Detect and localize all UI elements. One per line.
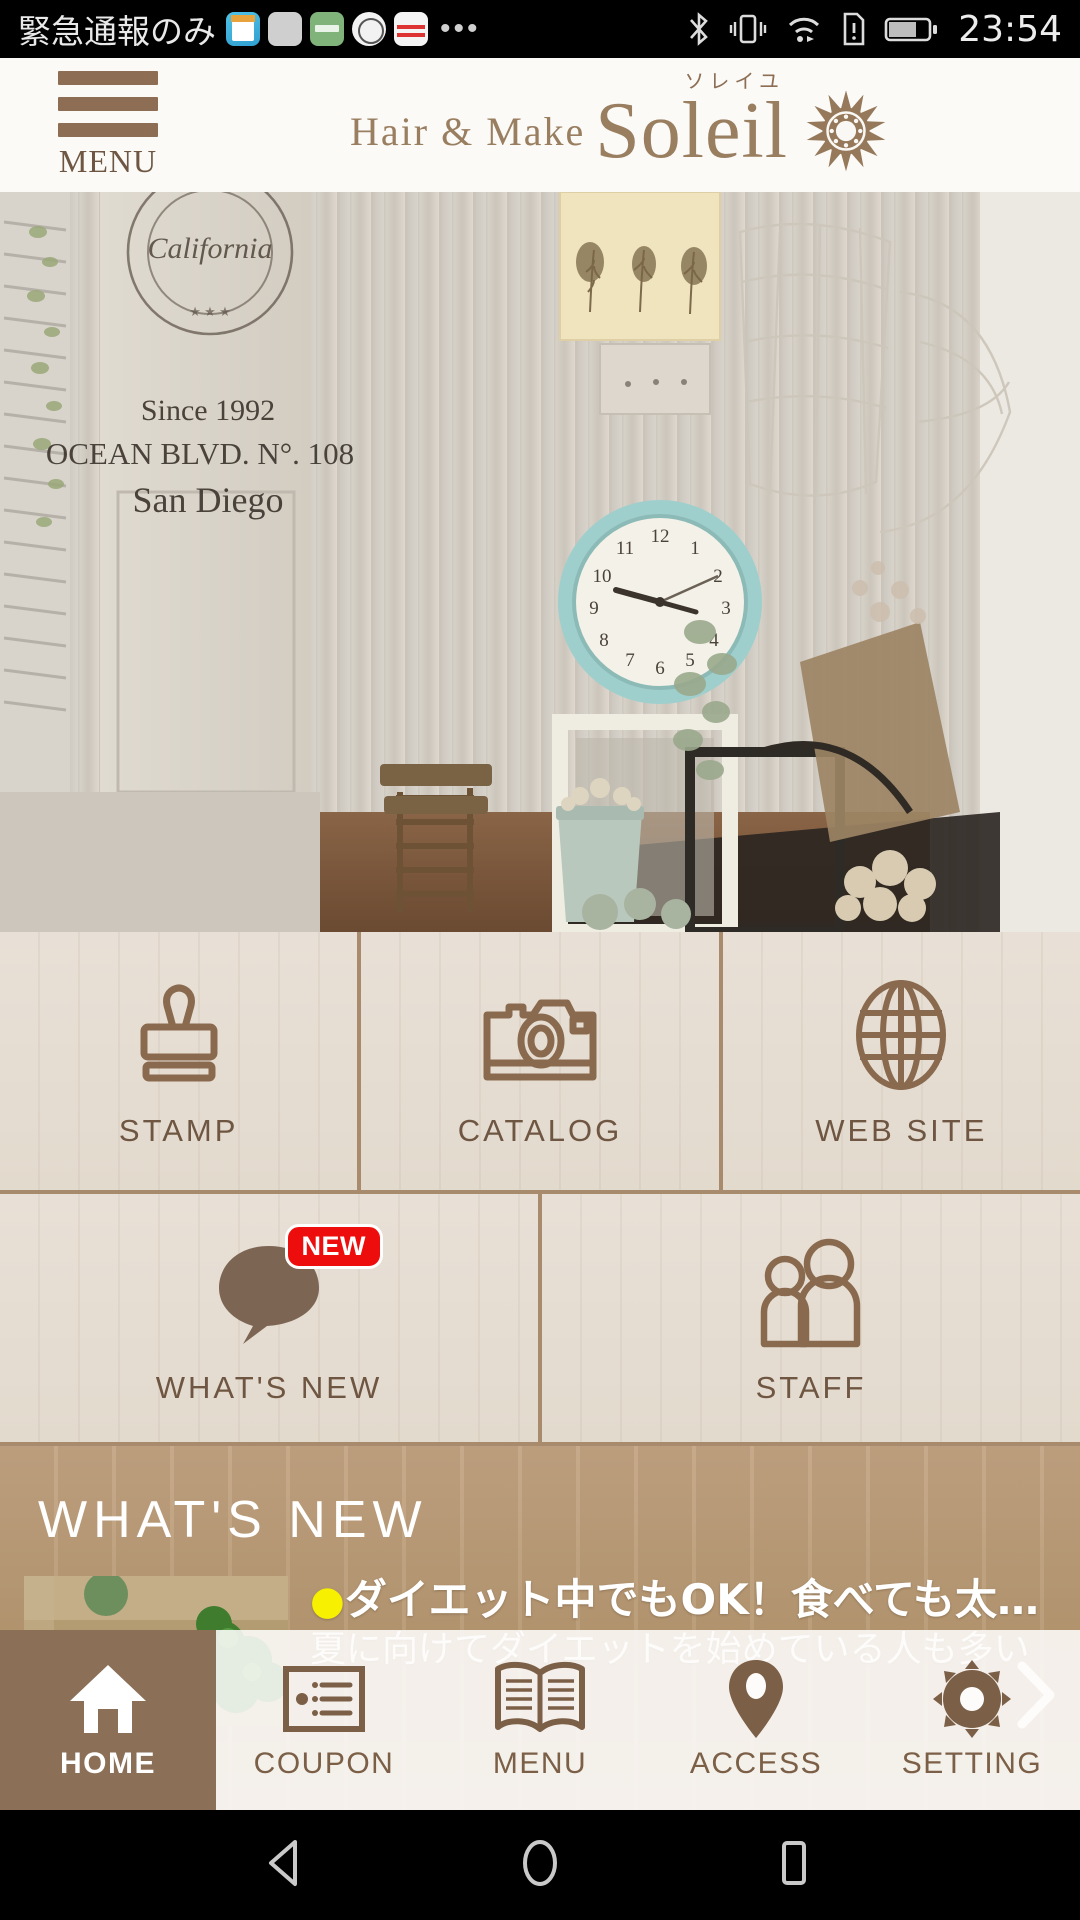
feature-tile-grid: STAMP CATALOG WEB SITE NEW WHAT'S NEW ST… bbox=[0, 932, 1080, 1446]
wifi-icon bbox=[789, 17, 820, 42]
tab-setting-label: SETTING bbox=[901, 1747, 1043, 1780]
back-triangle-icon[interactable] bbox=[259, 1836, 313, 1895]
svg-text:7: 7 bbox=[625, 650, 635, 671]
svg-text:San Diego: San Diego bbox=[133, 480, 284, 520]
svg-text:5: 5 bbox=[685, 650, 695, 671]
recents-square-icon[interactable] bbox=[767, 1836, 821, 1895]
svg-text:12: 12 bbox=[651, 526, 670, 547]
globe-icon bbox=[847, 973, 955, 1091]
bagzy-app-icon bbox=[394, 12, 428, 46]
svg-text:OCEAN BLVD. N°. 108: OCEAN BLVD. N°. 108 bbox=[46, 436, 354, 471]
salon-interior-photo: California ★ ★ ★ Since 1992 OCEAN BLVD. … bbox=[0, 192, 1080, 932]
sun-emblem-icon bbox=[806, 90, 886, 172]
hamburger-menu-label: MENU bbox=[58, 142, 158, 179]
tab-coupon[interactable]: COUPON bbox=[216, 1630, 432, 1810]
svg-text:1: 1 bbox=[690, 538, 700, 559]
carrier-label: 緊急通報のみ bbox=[18, 12, 216, 51]
svg-text:★ ★ ★: ★ ★ ★ bbox=[189, 304, 230, 319]
svg-text:6: 6 bbox=[655, 658, 665, 679]
grey-app-icon bbox=[268, 12, 302, 46]
news-headline: ●ダイエット中でもOK！食べても太… bbox=[310, 1576, 1040, 1624]
notification-icons bbox=[226, 12, 428, 46]
tile-website-label: WEB SITE bbox=[815, 1113, 988, 1148]
tab-menu-label: MENU bbox=[492, 1747, 588, 1780]
camera-icon bbox=[481, 973, 599, 1091]
app-header: MENU Hair & Make ソレイユ Soleil bbox=[0, 58, 1080, 192]
tab-home-label: HOME bbox=[60, 1747, 156, 1780]
svg-text:11: 11 bbox=[616, 538, 634, 559]
phone-screen: 緊急通報のみ ••• 23:54 MENU Hair & Make ソレイユ S… bbox=[0, 0, 1080, 1920]
tile-staff[interactable]: STAFF bbox=[542, 1194, 1080, 1442]
overflow-dots-icon: ••• bbox=[440, 12, 481, 45]
logo-prefix-label: Hair & Make bbox=[350, 108, 586, 154]
ticket-icon bbox=[282, 1659, 366, 1739]
system-status-icons: 23:54 bbox=[686, 9, 1062, 50]
tile-whats-new[interactable]: NEW WHAT'S NEW bbox=[0, 1194, 542, 1442]
brand-logo[interactable]: Hair & Make ソレイユ Soleil bbox=[178, 69, 1060, 173]
calendar-app-icon bbox=[226, 12, 260, 46]
stamp-icon bbox=[124, 973, 234, 1091]
new-badge: NEW bbox=[284, 1224, 383, 1269]
android-navigation-bar bbox=[0, 1810, 1080, 1920]
bluetooth-icon bbox=[690, 12, 709, 46]
tile-stamp-label: STAMP bbox=[118, 1113, 239, 1148]
logo-name-label: Soleil bbox=[595, 87, 788, 175]
people-icon bbox=[751, 1230, 871, 1348]
map-pin-icon bbox=[725, 1659, 787, 1739]
hamburger-menu-button[interactable]: MENU bbox=[38, 70, 178, 180]
green-app-icon bbox=[310, 12, 344, 46]
bottom-tab-bar: HOME COUPON MENU ACCESS SETTING bbox=[0, 1630, 1080, 1810]
svg-text:Since 1992: Since 1992 bbox=[141, 394, 275, 427]
tab-access-label: ACCESS bbox=[689, 1747, 823, 1780]
sim-alert-icon bbox=[843, 12, 865, 46]
tab-coupon-label: COUPON bbox=[253, 1747, 395, 1780]
svg-text:10: 10 bbox=[593, 566, 612, 587]
home-icon bbox=[68, 1659, 148, 1739]
tile-catalog-label: CATALOG bbox=[457, 1113, 623, 1148]
home-circle-icon[interactable] bbox=[513, 1836, 567, 1895]
hero-banner[interactable]: California ★ ★ ★ Since 1992 OCEAN BLVD. … bbox=[0, 192, 1080, 932]
tile-whats-new-label: WHAT'S NEW bbox=[155, 1370, 383, 1405]
news-headline-text: ダイエット中でもOK！食べても太… bbox=[344, 1576, 1039, 1624]
svg-text:9: 9 bbox=[589, 598, 599, 619]
tab-menu[interactable]: MENU bbox=[432, 1630, 648, 1810]
whats-new-heading: WHAT'S NEW bbox=[38, 1491, 428, 1549]
battery-icon bbox=[884, 17, 938, 42]
logo-kana-label: ソレイユ bbox=[684, 69, 784, 93]
tab-access[interactable]: ACCESS bbox=[648, 1630, 864, 1810]
tile-stamp[interactable]: STAMP bbox=[0, 932, 362, 1194]
svg-text:8: 8 bbox=[599, 630, 609, 651]
tile-catalog[interactable]: CATALOG bbox=[361, 932, 723, 1194]
tile-staff-label: STAFF bbox=[755, 1370, 867, 1405]
circle-seal-app-icon bbox=[352, 12, 386, 46]
vibrate-icon bbox=[730, 14, 767, 44]
news-bullet-dot: ● bbox=[310, 1578, 345, 1624]
clock-label: 23:54 bbox=[958, 8, 1062, 50]
svg-text:3: 3 bbox=[721, 598, 731, 619]
book-icon bbox=[492, 1659, 588, 1739]
logo-name-wrap: ソレイユ Soleil bbox=[595, 69, 788, 171]
tab-home[interactable]: HOME bbox=[0, 1630, 216, 1810]
speech-bubble-icon: NEW bbox=[213, 1224, 383, 1348]
status-bar: 緊急通報のみ ••• 23:54 bbox=[0, 0, 1080, 58]
tab-setting[interactable]: SETTING bbox=[864, 1630, 1080, 1810]
svg-text:California: California bbox=[147, 232, 272, 265]
gear-icon bbox=[931, 1659, 1013, 1739]
tile-website[interactable]: WEB SITE bbox=[722, 932, 1080, 1194]
hamburger-icon bbox=[58, 70, 158, 143]
